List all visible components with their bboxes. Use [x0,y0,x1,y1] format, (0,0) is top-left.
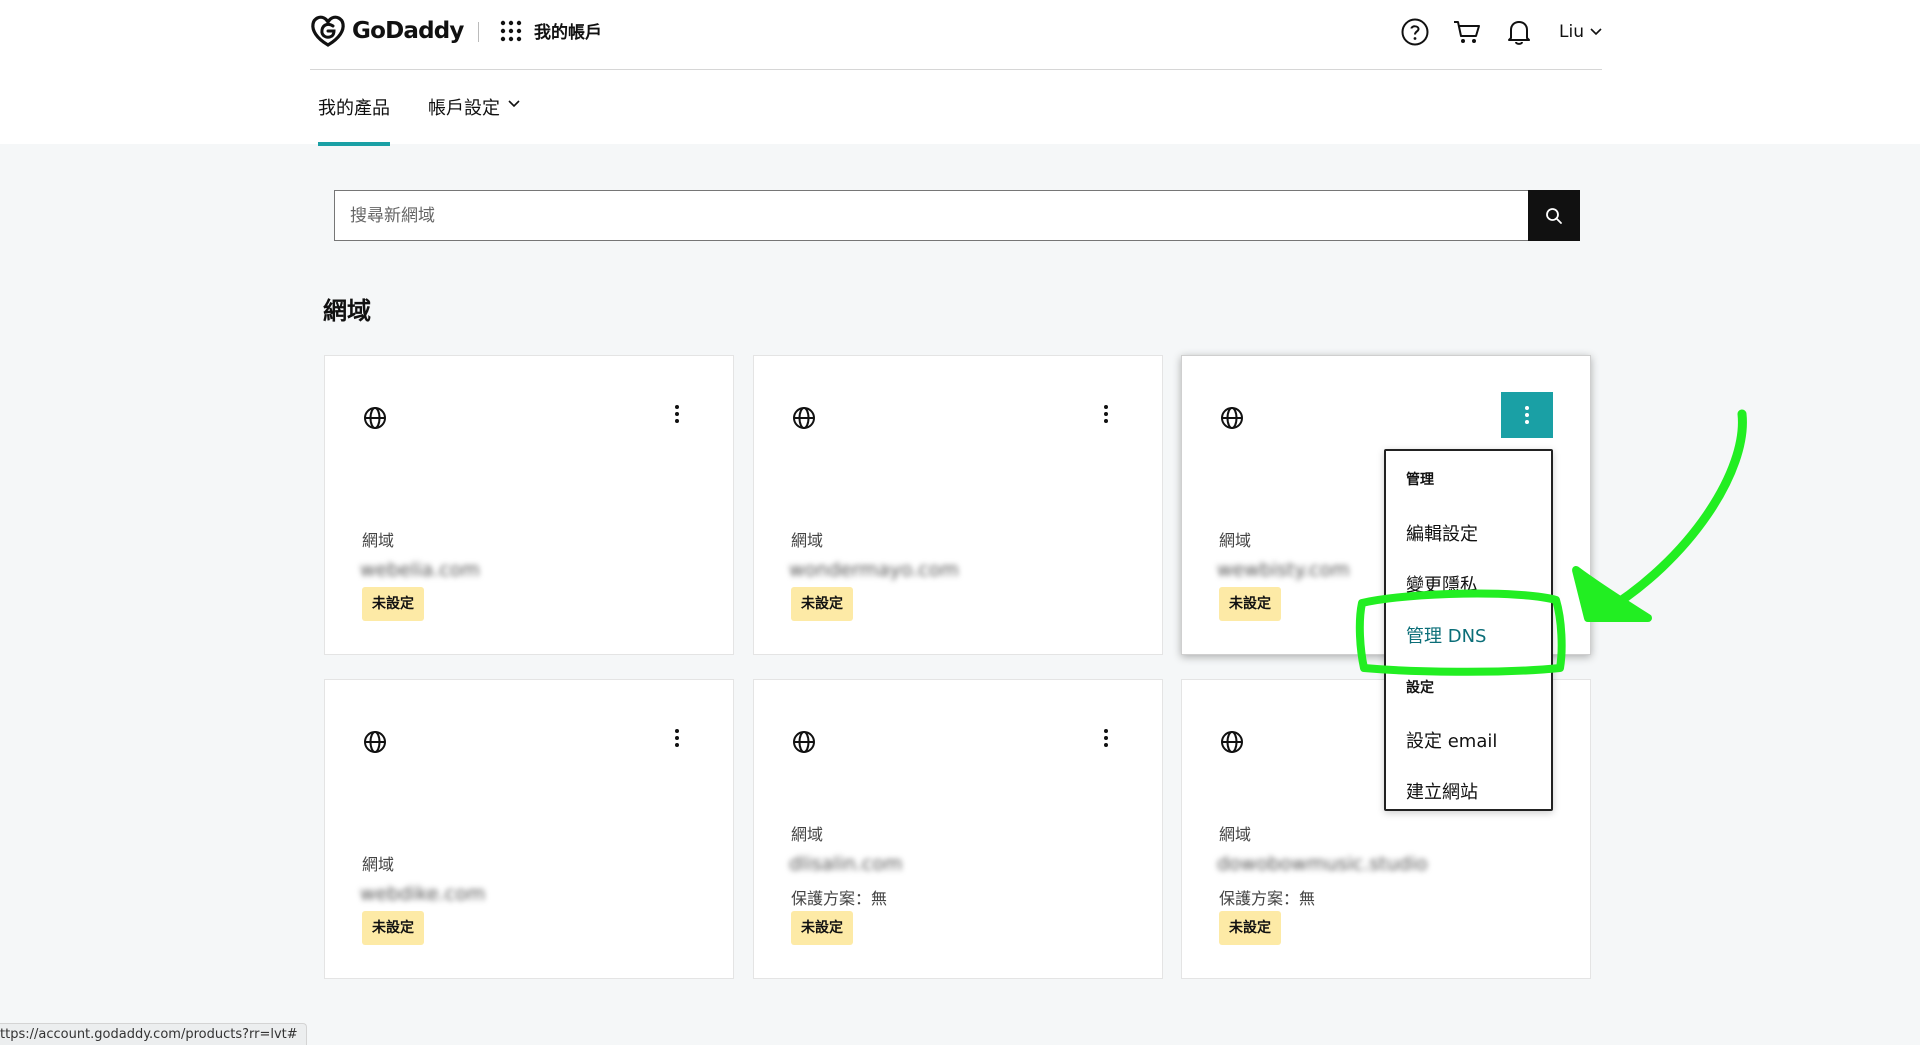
protection-plan: 保護方案：無 [1219,889,1316,908]
card-type-label: 網域 [362,855,395,874]
my-account-menu[interactable]: 我的帳戶 [500,18,602,43]
bell-icon [1508,21,1531,45]
card-menu-button[interactable] [665,400,689,428]
kebab-icon [675,729,679,747]
chevron-down-icon [508,100,520,108]
help-circle-icon [1401,18,1429,46]
cart-icon [1454,21,1481,43]
sub-navigation: 我的產品 帳戶設定 [318,94,558,146]
domain-actions-menu: 管理 編輯設定 變更隱私 管理 DNS 設定 設定 email 建立網站 [1384,449,1553,811]
card-domain-name[interactable]: dowobowmusic.studio [1217,853,1428,875]
grid-dots-icon [500,20,522,41]
status-badge: 未設定 [362,911,424,945]
notifications-button[interactable] [1503,16,1535,48]
menu-item-manage-dns[interactable]: 管理 DNS [1406,622,1486,648]
top-bar: GoDaddy 我的帳戶 Liu 我的產品 帳戶設定 [0,0,1920,146]
tab-account-settings-label: 帳戶設定 [428,98,500,119]
header: GoDaddy 我的帳戶 Liu [310,0,1602,70]
domain-search-input[interactable] [335,191,1529,240]
card-menu-button[interactable] [665,724,689,752]
card-type-label: 網域 [1219,825,1252,844]
card-type-label: 網域 [362,531,395,550]
globe-icon [364,731,386,753]
tab-my-products[interactable]: 我的產品 [318,94,390,146]
card-type-label: 網域 [1219,531,1252,550]
kebab-icon [1104,405,1108,423]
globe-icon [793,407,815,429]
card-domain-name[interactable]: wondermayo.com [789,559,959,581]
domain-card[interactable]: 網域 webelia.com 未設定 [324,355,734,655]
menu-group-manage: 管理 [1406,472,1434,488]
status-badge: 未設定 [791,911,853,945]
globe-icon [793,731,815,753]
kebab-icon [1104,729,1108,747]
brand-name: GoDaddy [352,17,464,44]
card-domain-name[interactable]: webdike.com [360,883,485,905]
card-domain-name[interactable]: webelia.com [360,559,480,581]
status-badge: 未設定 [1219,911,1281,945]
browser-status-url: ttps://account.godaddy.com/products?rr=l… [0,1023,307,1045]
kebab-icon [675,405,679,423]
card-domain-name[interactable]: dlisalin.com [789,853,902,875]
kebab-icon [1525,406,1529,424]
card-menu-button[interactable] [1094,400,1118,428]
cart-button[interactable] [1451,16,1483,48]
globe-icon [1221,731,1243,753]
godaddy-heart-icon [311,15,345,47]
globe-icon [1221,407,1243,429]
domain-card[interactable]: 網域 wondermayo.com 未設定 [753,355,1163,655]
status-badge: 未設定 [791,587,853,621]
header-divider [478,22,479,42]
help-button[interactable] [1399,16,1431,48]
menu-item-edit-settings[interactable]: 編輯設定 [1406,520,1478,546]
chevron-down-icon [1590,28,1602,36]
section-title: 網域 [323,297,371,325]
menu-item-setup-email[interactable]: 設定 email [1406,727,1497,753]
card-type-label: 網域 [791,531,824,550]
domain-card[interactable]: 網域 dlisalin.com 保護方案：無 未設定 [753,679,1163,979]
godaddy-logo[interactable]: GoDaddy [310,14,464,47]
card-domain-name[interactable]: wewbisty.com [1217,559,1350,581]
tab-account-settings[interactable]: 帳戶設定 [428,94,520,146]
protection-plan: 保護方案：無 [791,889,888,908]
annotation-arrow-icon [1597,409,1747,618]
card-menu-button[interactable] [1094,724,1118,752]
user-name: Liu [1559,22,1584,42]
menu-group-setup: 設定 [1406,680,1434,696]
menu-item-build-website[interactable]: 建立網站 [1406,778,1478,804]
domain-search [334,190,1580,241]
my-account-label: 我的帳戶 [534,23,602,43]
header-actions: Liu [1379,16,1602,48]
menu-item-change-privacy[interactable]: 變更隱私 [1406,571,1478,597]
domain-card[interactable]: 網域 webdike.com 未設定 [324,679,734,979]
status-badge: 未設定 [362,587,424,621]
globe-icon [364,407,386,429]
card-menu-button[interactable] [1501,392,1553,438]
search-icon [1546,207,1562,224]
card-type-label: 網域 [791,825,824,844]
search-button[interactable] [1528,190,1580,241]
tab-my-products-label: 我的產品 [318,98,390,119]
status-badge: 未設定 [1219,587,1281,621]
user-menu[interactable]: Liu [1559,22,1602,42]
